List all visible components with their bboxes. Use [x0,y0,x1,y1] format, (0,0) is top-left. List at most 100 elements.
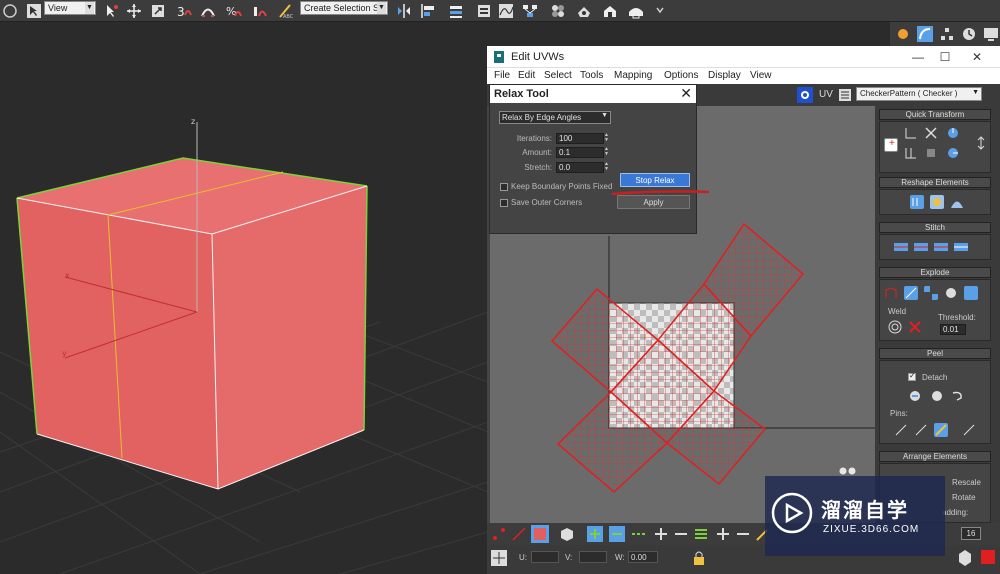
flatten-icon[interactable] [924,286,938,300]
curve-editor-icon[interactable] [498,3,514,19]
close-button[interactable]: ✕ [966,49,988,65]
threshold-input[interactable]: 0.01 [940,324,966,335]
save-outer-corners-checkbox[interactable] [500,199,508,207]
selection-set-select[interactable]: Create Selection Se ▼ [300,1,388,15]
create-tab-icon[interactable] [895,26,911,42]
edit-named-selection-icon[interactable]: ABC [278,3,294,19]
vertex-mode-icon[interactable] [491,526,507,542]
edge-ring-icon[interactable] [693,526,709,542]
render-icon[interactable] [628,3,644,19]
spinner-snap-icon[interactable] [252,3,268,19]
select-object-icon[interactable] [26,3,42,19]
quick-peel-icon[interactable] [908,389,922,403]
expand-arrow-icon[interactable] [652,3,668,19]
undo-icon[interactable] [2,3,18,19]
stop-relax-button[interactable]: Stop Relax [620,173,690,187]
shrink-loop-icon[interactable] [673,526,689,542]
angle-snap-icon[interactable] [200,3,216,19]
select-by-name-icon[interactable] [104,3,120,19]
weld-all-icon[interactable] [888,320,902,334]
brush-size-input[interactable]: 16 [961,527,981,540]
motion-tab-icon[interactable] [961,26,977,42]
move-icon[interactable] [126,3,142,19]
stitch-to-source-icon[interactable] [894,240,908,254]
shrink-ring-icon[interactable] [735,526,751,542]
maximize-button[interactable]: ☐ [934,49,956,65]
reshape-elements-header[interactable]: Reshape Elements [879,177,991,188]
explode-to-elements-icon[interactable] [904,286,918,300]
element-mode-icon[interactable] [559,526,575,542]
relax-settings-icon[interactable] [950,195,964,209]
weld-target-icon[interactable] [964,286,978,300]
reset-peel-icon[interactable] [950,389,964,403]
w-input[interactable]: 0.00 [628,551,658,563]
close-button[interactable]: ✕ [680,85,692,102]
iterations-input[interactable]: 100 [556,133,604,144]
rotate-ccw-icon[interactable] [946,146,960,160]
u-input[interactable] [531,551,559,563]
space-vertical-icon[interactable] [974,136,988,150]
stitch-to-target-icon[interactable] [934,240,948,254]
align-x-icon[interactable] [904,126,918,140]
menu-tools[interactable]: Tools [580,70,603,81]
stretch-input[interactable]: 0.0 [556,162,604,173]
uv-channel-icon[interactable] [797,87,813,103]
list-icon[interactable] [839,89,851,101]
rotate-cw-icon[interactable] [946,126,960,140]
layer-manager-icon[interactable] [448,3,464,19]
absolute-offset-icon[interactable] [491,550,507,566]
menu-file[interactable]: File [494,70,510,81]
amount-spinner-icon[interactable]: ▲ ▼ [604,147,610,158]
face-mode-icon[interactable] [531,525,549,543]
menu-display[interactable]: Display [708,70,741,81]
peel-mode-icon[interactable] [930,389,944,403]
align-y-icon[interactable] [904,146,918,160]
zoom-extents-icon[interactable] [981,550,995,564]
menu-edit[interactable]: Edit [518,70,535,81]
quick-transform-header[interactable]: Quick Transform [879,109,991,120]
edge-loop-icon[interactable] [631,526,647,542]
snap-3d-icon[interactable]: 3 [176,3,192,19]
minimize-button[interactable]: — [907,49,929,65]
straighten-selection-icon[interactable] [910,195,924,209]
checker-pattern-select[interactable]: CheckerPattern ( Checker ) ▼ [856,87,982,101]
pin-selected-icon[interactable] [894,423,908,437]
select-pins-icon[interactable] [962,423,976,437]
unpin-icon[interactable] [914,423,928,437]
align-icon[interactable] [420,3,436,19]
render-frame-icon[interactable] [602,3,618,19]
keep-boundary-checkbox[interactable] [500,183,508,191]
display-tab-icon[interactable] [983,26,999,42]
menu-view[interactable]: View [750,70,772,81]
mirror-icon[interactable] [396,3,412,19]
grow-selection-icon[interactable] [587,526,603,542]
v-input[interactable] [579,551,607,563]
stitch-custom-icon[interactable] [954,240,968,254]
percent-snap-icon[interactable]: % [226,3,242,19]
weld-target-selected-icon[interactable] [908,320,922,334]
view-select[interactable]: View ▼ [44,1,96,15]
apply-button[interactable]: Apply [617,195,690,209]
straighten-icon[interactable] [924,146,938,160]
lock-icon[interactable] [692,550,706,566]
edge-mode-icon[interactable] [511,526,527,542]
edit-uvws-titlebar[interactable]: Edit UVWs — ☐ ✕ [487,46,1000,68]
peel-header[interactable]: Peel [879,348,991,359]
perspective-viewport[interactable]: z x y [0,22,488,574]
schematic-view-icon[interactable] [522,3,538,19]
menu-mapping[interactable]: Mapping [614,70,652,81]
relax-tool-titlebar[interactable]: Relax Tool ✕ [490,85,696,103]
stretch-spinner-icon[interactable]: ▲ ▼ [604,162,610,173]
shrink-selection-icon[interactable] [609,526,625,542]
relax-method-select[interactable]: Relax By Edge Angles ▼ [499,111,611,124]
auto-pin-icon[interactable] [934,423,948,437]
expand-ring-icon[interactable] [715,526,731,542]
material-editor-icon[interactable] [550,3,566,19]
amount-input[interactable]: 0.1 [556,147,604,158]
stitch-average-icon[interactable] [914,240,928,254]
arrange-elements-header[interactable]: Arrange Elements [879,451,991,462]
stitch-header[interactable]: Stitch [879,222,991,233]
display-options-icon[interactable] [957,548,973,568]
weld-selected-icon[interactable] [944,286,958,300]
pivot-icon[interactable]: + [884,138,898,152]
